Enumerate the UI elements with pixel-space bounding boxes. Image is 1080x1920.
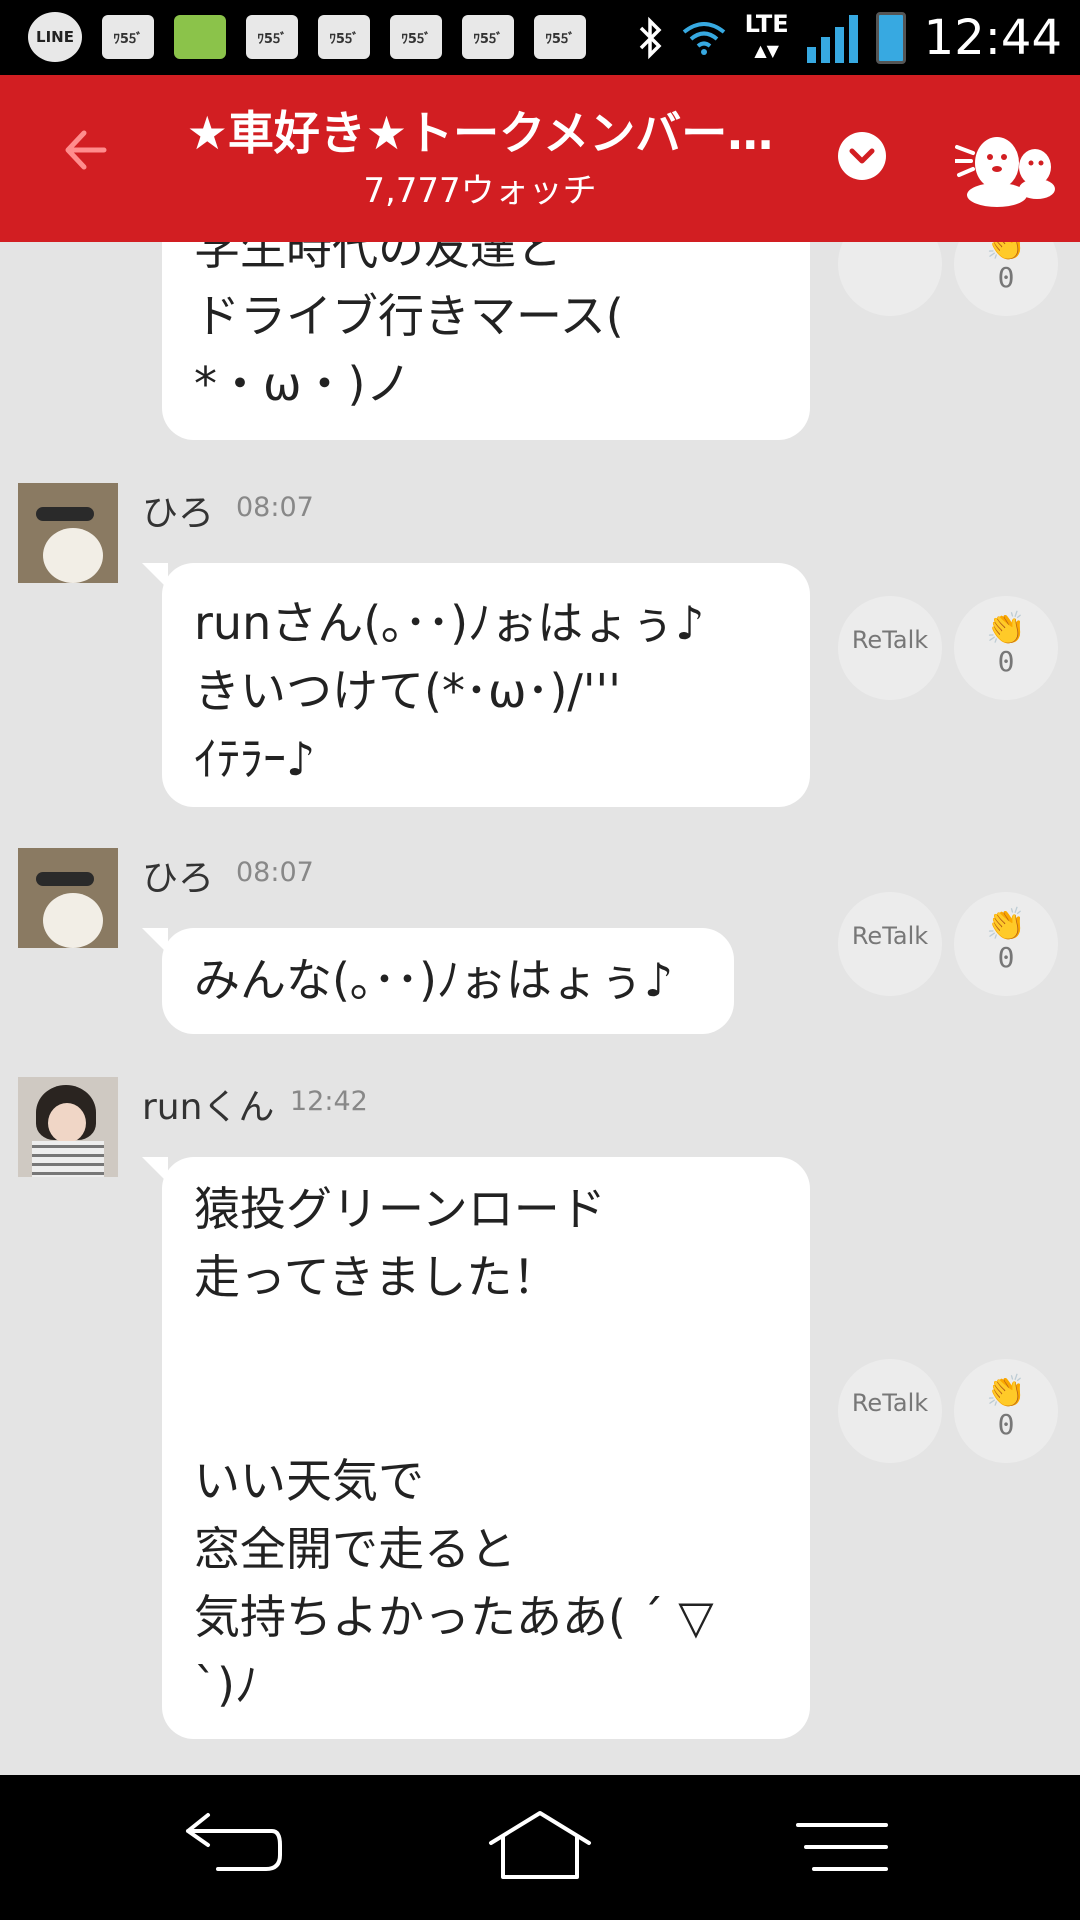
message-time: 08:07 [236, 492, 314, 523]
battery-icon [875, 11, 906, 64]
avatar[interactable] [18, 1077, 118, 1177]
retalk-label: ReTalk [851, 626, 929, 654]
sender-name: runくん [142, 1087, 275, 1128]
arrow-left-icon [65, 130, 107, 170]
clap-count: 0 [997, 645, 1015, 678]
app-notification-icon [174, 15, 226, 59]
nav-menu-button[interactable] [788, 1805, 898, 1890]
retalk-button[interactable]: ReTalk [838, 892, 942, 996]
clap-icon: 👏 [986, 1372, 1026, 1410]
retalk-label: ReTalk [851, 922, 929, 950]
clap-count: 0 [997, 261, 1015, 294]
nav-back-button[interactable] [180, 1805, 290, 1890]
status-bar: LINE ﾜ55ﾞ ﾜ55ﾞ ﾜ55ﾞ ﾜ55ﾞ ﾜ55ﾞ ﾜ55ﾞ LTE ▲▼… [0, 0, 1080, 75]
bluetooth-icon [639, 16, 662, 59]
nav-home-icon [489, 1811, 591, 1879]
clap-button[interactable]: 👏 0 [954, 596, 1058, 700]
chat-title: ★車好き★トークメンバー… [186, 106, 774, 160]
mascot-icon [953, 137, 1055, 207]
clap-button[interactable]: 👏 0 [954, 892, 1058, 996]
nav-home-button[interactable] [485, 1805, 595, 1890]
clock: 12:44 [923, 9, 1062, 66]
clap-icon: 👏 [986, 242, 1026, 263]
message-time: 08:07 [236, 857, 314, 888]
avatar[interactable] [18, 483, 118, 583]
nav-menu-icon [796, 1823, 888, 1871]
clap-button[interactable]: 👏 0 [954, 242, 1058, 316]
notification-icon: ﾜ55ﾞ [534, 15, 586, 59]
back-button[interactable] [55, 125, 115, 185]
notification-icon: ﾜ55ﾞ [102, 15, 154, 59]
clap-count: 0 [997, 941, 1015, 974]
retalk-button[interactable]: ReTalk [838, 1359, 942, 1463]
nav-back-icon [186, 1813, 282, 1871]
clap-icon: 👏 [986, 609, 1026, 647]
chat-header: ★車好き★トークメンバー… 7,777ウォッチ [0, 75, 1080, 242]
message-bubble[interactable]: runさん(｡･･)ﾉぉはょぅ♪ きいつけて(*･ω･)/''' ｲﾃﾗｰ♪ [142, 563, 810, 807]
message-bubble[interactable]: 猿投グリーンロード 走ってきました！ いい天気で 窓全開で走ると 気持ちよかった… [142, 1157, 810, 1739]
chevron-down-icon [849, 148, 875, 164]
network-type: LTE ▲▼ [744, 10, 789, 60]
clap-count: 0 [997, 1408, 1015, 1441]
sender-name: ひろ [142, 493, 215, 534]
message-bubble[interactable]: みんな(｡･･)ﾉぉはょぅ♪ [142, 928, 734, 1034]
wifi-icon [682, 21, 725, 55]
message-time: 12:42 [290, 1086, 368, 1117]
retalk-button[interactable] [838, 242, 942, 316]
dropdown-button[interactable] [838, 132, 886, 180]
notification-icons: LINE ﾜ55ﾞ ﾜ55ﾞ ﾜ55ﾞ ﾜ55ﾞ ﾜ55ﾞ ﾜ55ﾞ [28, 12, 586, 62]
navigation-bar [0, 1775, 1080, 1920]
notification-icon: ﾜ55ﾞ [246, 15, 298, 59]
sender-name: ひろ [142, 858, 215, 899]
message-bubble[interactable]: 学生時代の友達と ドライブ行きマース( *・ω・)ノ [162, 242, 810, 440]
notification-icon: ﾜ55ﾞ [390, 15, 442, 59]
notification-icon: ﾜ55ﾞ [462, 15, 514, 59]
message-feed[interactable]: 学生時代の友達と ドライブ行きマース( *・ω・)ノ 👏 0 ひろ 08:07 … [0, 242, 1080, 1775]
mascot-button[interactable] [953, 117, 1055, 207]
retalk-label: ReTalk [851, 1389, 929, 1417]
retalk-button[interactable]: ReTalk [838, 596, 942, 700]
watch-count: 7,777ウォッチ [363, 171, 597, 211]
system-status: LTE ▲▼ 12:44 [637, 0, 1062, 75]
clap-button[interactable]: 👏 0 [954, 1359, 1058, 1463]
avatar[interactable] [18, 848, 118, 948]
signal-icon [806, 13, 858, 63]
line-app-icon: LINE [28, 12, 82, 62]
notification-icon: ﾜ55ﾞ [318, 15, 370, 59]
clap-icon: 👏 [986, 905, 1026, 943]
